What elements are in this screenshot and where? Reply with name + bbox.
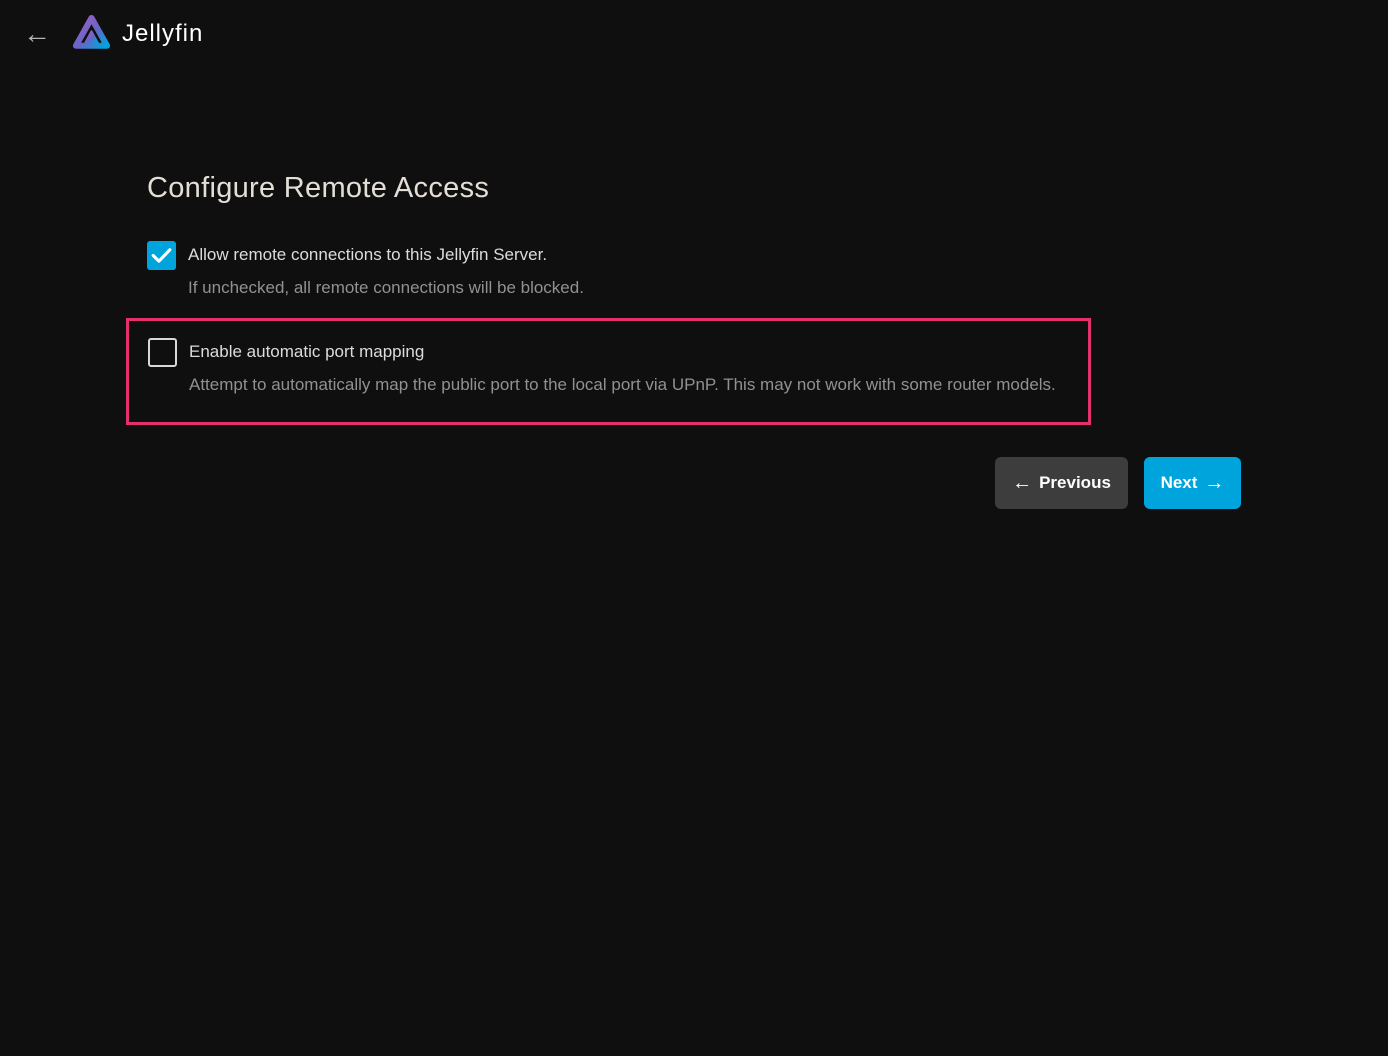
port-mapping-text: Enable automatic port mapping Attempt to… (189, 338, 1056, 395)
app-name: Jellyfin (122, 20, 203, 48)
port-mapping-checkbox[interactable] (148, 338, 177, 367)
remote-connections-description: If unchecked, all remote connections wil… (188, 278, 584, 298)
remote-connections-checkbox[interactable] (147, 241, 176, 270)
back-arrow-icon: ← (23, 20, 51, 48)
port-mapping-description: Attempt to automatically map the public … (189, 375, 1056, 395)
port-mapping-option: Enable automatic port mapping Attempt to… (148, 338, 1068, 395)
next-button[interactable]: Next → (1144, 457, 1241, 509)
remote-connections-text: Allow remote connections to this Jellyfi… (188, 241, 584, 298)
previous-button[interactable]: ← Previous (995, 457, 1128, 509)
wizard-nav-buttons: ← Previous Next → (147, 457, 1241, 509)
checkmark-icon (151, 247, 172, 264)
arrow-right-icon: → (1204, 473, 1224, 493)
next-button-label: Next (1161, 473, 1198, 493)
remote-connections-option: Allow remote connections to this Jellyfi… (147, 241, 1241, 298)
port-mapping-label[interactable]: Enable automatic port mapping (189, 342, 1056, 362)
back-button[interactable]: ← (16, 13, 58, 55)
app-header: ← Jellyfin (0, 0, 1388, 68)
remote-connections-label[interactable]: Allow remote connections to this Jellyfi… (188, 245, 584, 265)
previous-button-label: Previous (1039, 473, 1111, 493)
annotation-highlight-box: Enable automatic port mapping Attempt to… (126, 318, 1091, 425)
wizard-content: Configure Remote Access Allow remote con… (147, 170, 1241, 509)
page-title: Configure Remote Access (147, 170, 1241, 206)
jellyfin-logo-icon (68, 10, 115, 58)
arrow-left-icon: ← (1012, 473, 1032, 493)
